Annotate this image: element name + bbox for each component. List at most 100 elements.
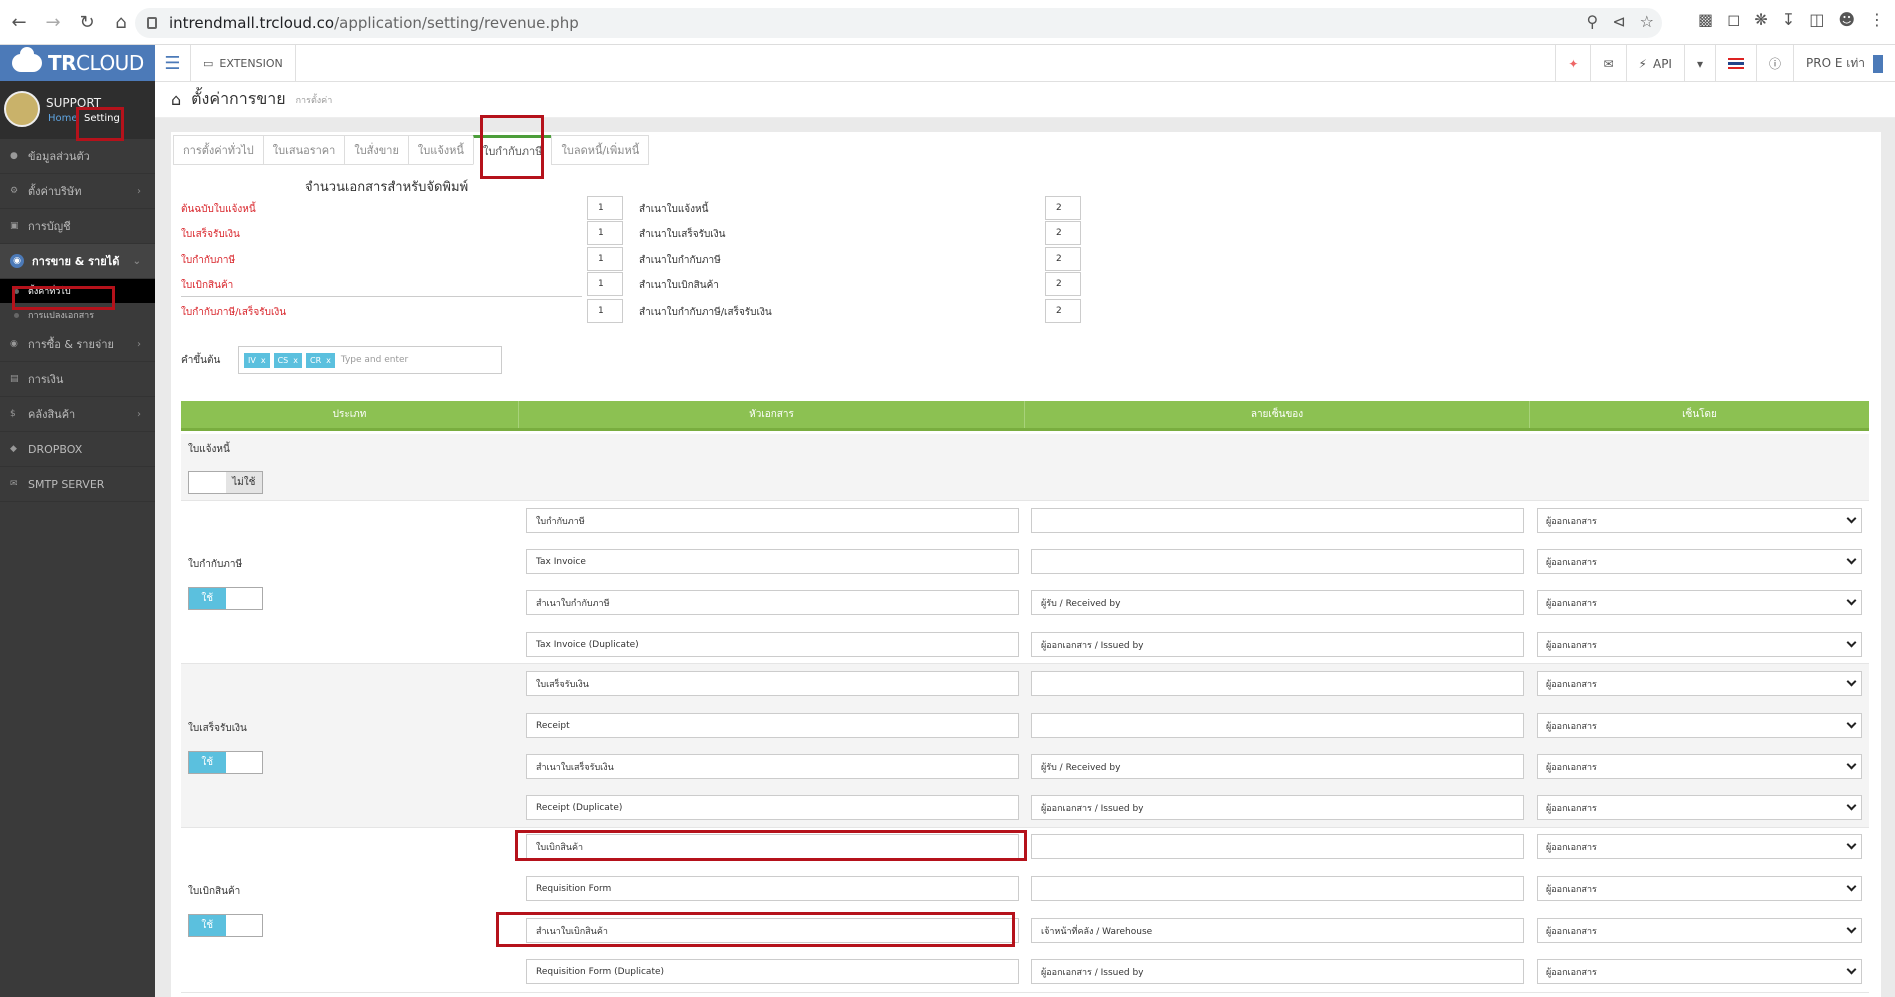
signed-by-select[interactable]: ผู้ออกเอกสาร [1537,671,1862,696]
signer-input[interactable]: ผู้ออกเอกสาร / Issued by [1031,632,1524,657]
chevron-right-icon: › [137,185,141,197]
signed-by-select[interactable]: ผู้ออกเอกสาร [1537,918,1862,943]
user-menu[interactable]: PRO E เท่า [1793,45,1895,82]
signer-input[interactable]: ผู้รับ / Received by [1031,590,1524,615]
doc-title-input[interactable]: Tax Invoice [526,549,1019,574]
doc-title-input[interactable]: Receipt (Duplicate) [526,795,1019,820]
doc-title-input[interactable]: Tax Invoice (Duplicate) [526,632,1019,657]
extension-icon[interactable]: ▩ [1698,10,1713,29]
signed-by-select[interactable]: ผู้ออกเอกสาร [1537,959,1862,984]
remove-chip-icon[interactable]: x [326,356,331,365]
sidebar-item-inventory[interactable]: $ คลังสินค้า › [0,397,155,432]
prefix-tag-input[interactable]: IV x CS x CR x Type and enter [238,346,502,374]
doc-title-input[interactable]: สำเนาใบกำกับภาษี [526,590,1019,615]
sidebar-item-finance[interactable]: ▤ การเงิน [0,362,155,397]
signed-by-select[interactable]: ผู้ออกเอกสาร [1537,508,1862,533]
reload-icon[interactable]: ↻ [72,7,102,37]
profile-icon[interactable]: ☻ [1838,10,1855,29]
brand-logo[interactable]: TR CLOUD [0,45,155,81]
doc-title-input[interactable]: Requisition Form [526,876,1019,901]
signer-input[interactable] [1031,834,1524,859]
use-toggle[interactable]: ใช้ [188,587,263,610]
menu-dots-icon[interactable]: ⋮ [1869,10,1885,29]
sidebar-item-accounting[interactable]: ▣ การบัญชี [0,209,155,244]
signed-by-select[interactable]: ผู้ออกเอกสาร [1537,876,1862,901]
signed-by-select[interactable]: ผู้ออกเอกสาร [1537,590,1862,615]
forward-icon[interactable]: → [38,7,68,37]
remove-chip-icon[interactable]: x [261,356,266,365]
print-copy-input[interactable]: 2 [1045,299,1081,323]
doc-title-input[interactable]: ใบเสร็จรับเงิน [526,671,1019,696]
signed-by-select[interactable]: ผู้ออกเอกสาร [1537,834,1862,859]
print-copy-input[interactable]: 2 [1045,247,1081,271]
print-count-input[interactable]: 1 [587,196,623,220]
notification-button[interactable]: ✦ [1555,45,1590,82]
print-copy-input[interactable]: 2 [1045,221,1081,245]
api-button[interactable]: ⚡ API [1625,45,1684,82]
sidepanel-icon[interactable]: ◫ [1809,10,1824,29]
thai-flag-icon [1728,58,1744,69]
hamburger-menu-icon[interactable]: ☰ [155,45,191,82]
signer-input[interactable] [1031,876,1524,901]
signer-input[interactable] [1031,508,1524,533]
shield-icon[interactable]: ◻ [1727,10,1740,29]
signed-by-select[interactable]: ผู้ออกเอกสาร [1537,795,1862,820]
signed-by-select[interactable]: ผู้ออกเอกสาร [1537,754,1862,779]
sidebar-item-company[interactable]: ⚙ ตั้งค่าบริษัท › [0,174,155,209]
doc-title-input[interactable]: Receipt [526,713,1019,738]
print-count-input[interactable]: 1 [587,247,623,271]
doc-title-input[interactable]: สำเนาใบเสร็จรับเงิน [526,754,1019,779]
use-toggle[interactable]: ใช้ [188,751,263,774]
print-count-input[interactable]: 1 [587,299,623,323]
tab-quotation[interactable]: ใบเสนอราคา [262,135,345,165]
sidebar-item-sales[interactable]: ◉ การขาย & รายได้ ⌄ [0,244,155,279]
home-icon[interactable]: ⌂ [106,7,136,37]
address-bar[interactable]: intrendmall.trcloud.co/application/setti… [135,8,1662,38]
signed-by-select[interactable]: ผู้ออกเอกสาร [1537,549,1862,574]
doc-title-input[interactable]: ใบกำกับภาษี [526,508,1019,533]
help-button[interactable]: ⓘ [1756,45,1793,82]
sidebar-item-purchases[interactable]: ◉ การซื้อ & รายจ่าย › [0,327,155,362]
use-toggle[interactable]: ไม่ใช้ [188,471,263,494]
prefix-chip[interactable]: IV x [244,352,270,368]
zoom-icon[interactable]: ⚲ [1587,12,1599,31]
star-icon[interactable]: ☆ [1640,12,1654,31]
signed-by-select[interactable]: ผู้ออกเอกสาร [1537,713,1862,738]
use-toggle[interactable]: ใช้ [188,914,263,937]
signer-input[interactable]: ผู้รับ / Received by [1031,754,1524,779]
prefix-chip[interactable]: CR x [305,352,335,368]
home-icon[interactable]: ⌂ [171,90,181,109]
signer-input[interactable] [1031,713,1524,738]
extension-button[interactable]: ▭ EXTENSION [191,45,296,82]
back-icon[interactable]: ← [4,7,34,37]
puzzle-icon[interactable]: ❋ [1754,10,1767,29]
language-button[interactable] [1715,45,1756,82]
print-copy-input[interactable]: 2 [1045,272,1081,296]
download-icon[interactable]: ↧ [1782,10,1795,29]
tab-sales-order[interactable]: ใบสั่งขาย [344,135,408,165]
signer-input[interactable]: ผู้ออกเอกสาร / Issued by [1031,795,1524,820]
signer-input[interactable] [1031,671,1524,696]
tab-credit-debit-note[interactable]: ใบลดหนี้/เพิ่มหนี้ [551,135,650,165]
print-count-input[interactable]: 1 [587,221,623,245]
prefix-placeholder[interactable]: Type and enter [341,355,408,365]
print-count-input[interactable]: 1 [587,272,623,296]
plug-icon: ⚡ [1638,56,1647,71]
dropdown-button[interactable]: ▾ [1683,45,1715,82]
tab-general[interactable]: การตั้งค่าทั่วไป [173,135,263,165]
tab-invoice[interactable]: ใบแจ้งหนี้ [407,135,473,165]
remove-chip-icon[interactable]: x [293,356,298,365]
doc-title-input[interactable]: Requisition Form (Duplicate) [526,959,1019,984]
home-link[interactable]: Home [48,113,78,124]
sidebar-item-dropbox[interactable]: ◆ DROPBOX [0,432,155,467]
sidebar-item-smtp[interactable]: ✉ SMTP SERVER [0,467,155,502]
print-copy-input[interactable]: 2 [1045,196,1081,220]
signed-by-select[interactable]: ผู้ออกเอกสาร [1537,632,1862,657]
share-icon[interactable]: ⊲ [1612,12,1625,31]
signer-input[interactable]: ผู้ออกเอกสาร / Issued by [1031,959,1524,984]
prefix-chip[interactable]: CS x [273,352,302,368]
signer-input[interactable]: เจ้าหน้าที่คลัง / Warehouse [1031,918,1524,943]
mail-button[interactable]: ✉ [1590,45,1625,82]
sidebar-item-profile[interactable]: ● ข้อมูลส่วนตัว [0,139,155,174]
signer-input[interactable] [1031,549,1524,574]
